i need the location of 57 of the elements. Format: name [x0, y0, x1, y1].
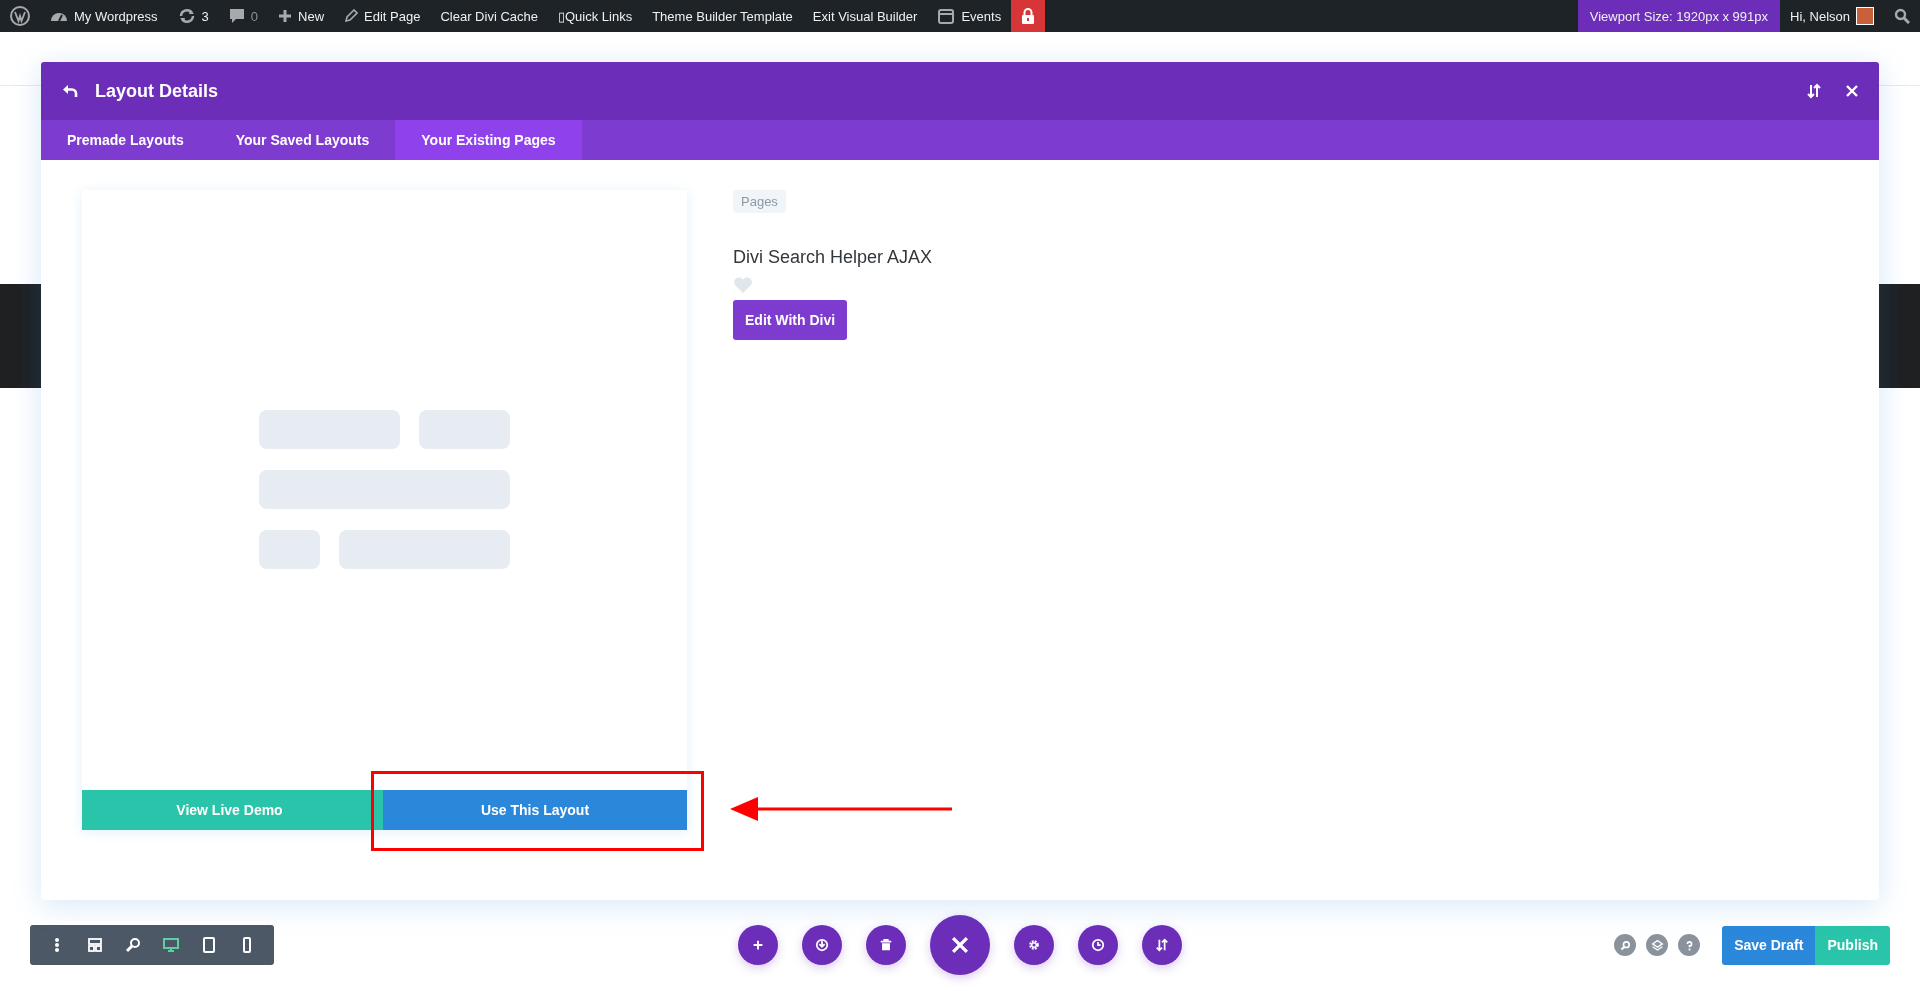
download-icon [815, 938, 829, 952]
gear-icon [1027, 938, 1041, 952]
trash-button[interactable] [866, 925, 906, 965]
close-icon [949, 934, 971, 956]
portability-button[interactable] [802, 925, 842, 965]
layers-button[interactable] [1646, 934, 1669, 956]
tab[interactable]: Premade Layouts [41, 120, 210, 160]
search-button[interactable] [1614, 934, 1637, 956]
calendar-icon [937, 7, 956, 25]
toolbar-link[interactable]: ▯Quick Links [547, 0, 643, 32]
save-draft-button[interactable]: Save Draft [1722, 925, 1816, 965]
toolbar-link[interactable]: Clear Divi Cache [430, 0, 548, 32]
lock-icon [1021, 8, 1036, 24]
sort-arrows-icon[interactable] [1807, 83, 1821, 99]
greeting-link[interactable]: Hi, Nelson [1790, 8, 1850, 24]
clock-icon [1091, 938, 1105, 952]
history-button[interactable] [1078, 925, 1118, 965]
settings-button[interactable] [1014, 925, 1054, 965]
tab[interactable]: Your Saved Layouts [209, 120, 396, 160]
tablet-icon[interactable] [201, 937, 217, 953]
lock-button[interactable] [1011, 0, 1046, 32]
layout-name: Divi Search Helper AJAX [733, 247, 933, 268]
close-button[interactable] [930, 915, 990, 975]
toolbar-link[interactable]: 0 [218, 0, 269, 32]
pencil-icon [344, 9, 359, 23]
help-button[interactable] [1678, 934, 1701, 956]
toolbar-link[interactable]: Theme Builder Template [642, 0, 803, 32]
edit-with-divi-button[interactable]: Edit With Divi [733, 300, 848, 340]
wordpress-logo-icon [10, 6, 30, 26]
trash-icon [879, 938, 893, 952]
avatar [1856, 7, 1874, 25]
toolbar-link[interactable]: New [268, 0, 335, 32]
viewport-size-label: Viewport Size: 1920px x 991px [1577, 0, 1781, 32]
speech-bubble-icon [228, 8, 245, 24]
zoom-icon[interactable] [125, 937, 141, 953]
search-icon [1618, 938, 1632, 952]
plus-icon [751, 938, 765, 952]
toolbar-link[interactable]: Edit Page [334, 0, 431, 32]
toolbar-link[interactable]: 3 [167, 0, 219, 32]
wireframe-icon[interactable] [87, 937, 103, 953]
add-button[interactable] [738, 925, 778, 965]
plus-icon [278, 9, 293, 23]
modal-title: Layout Details [95, 80, 219, 102]
toolbar-link[interactable]: Events [927, 0, 1012, 32]
use-layout-button[interactable]: Use This Layout [383, 790, 687, 830]
desktop-icon[interactable] [163, 937, 179, 953]
close-icon[interactable] [1845, 84, 1859, 98]
page-options-button[interactable] [1142, 925, 1182, 965]
back-arrow-icon[interactable] [61, 83, 79, 99]
toolbar-link[interactable]: Exit Visual Builder [802, 0, 928, 32]
tab[interactable]: Your Existing Pages [395, 120, 582, 160]
layers-icon [1650, 938, 1664, 952]
category-tag: Pages [733, 190, 786, 213]
toolbar-link[interactable]: My Wordpress [40, 0, 168, 32]
search-icon[interactable] [1894, 8, 1910, 24]
up-down-arrows-icon [1155, 938, 1169, 952]
refresh-icon [177, 8, 196, 24]
